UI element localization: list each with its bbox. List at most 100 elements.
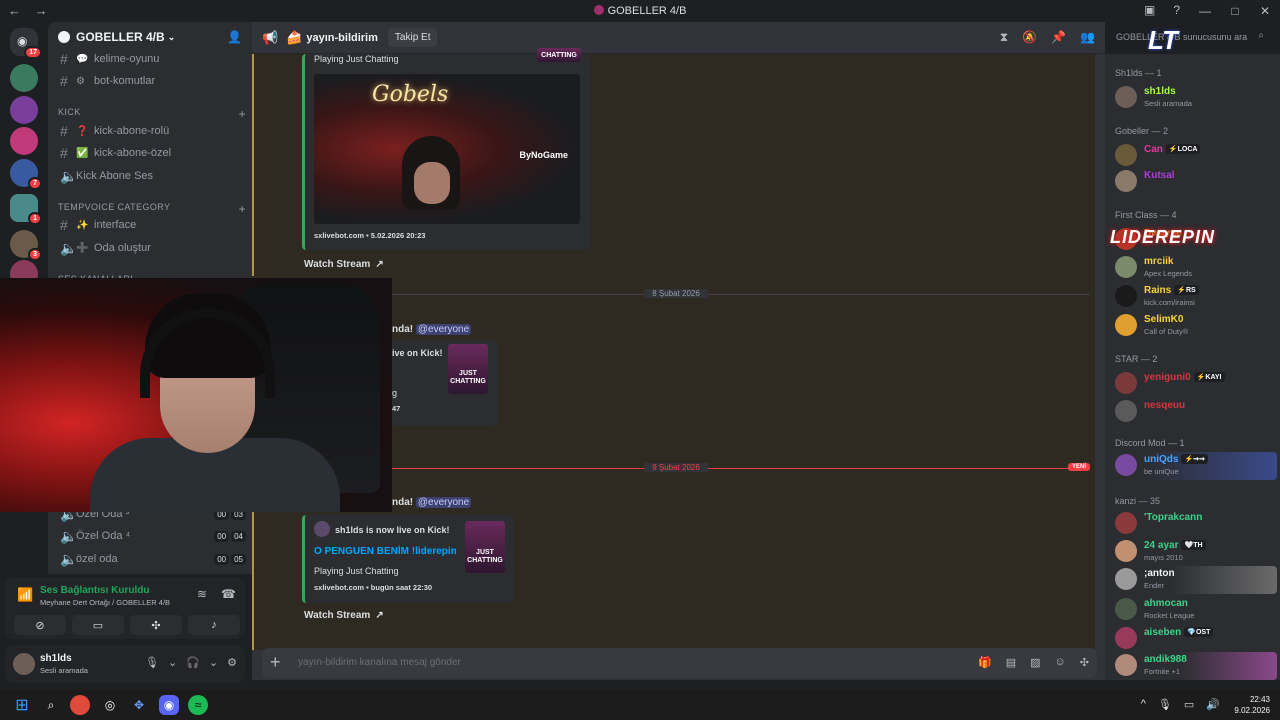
close-button[interactable]: ✕ <box>1250 0 1280 22</box>
headphones-icon[interactable]: 🎧 <box>186 656 200 669</box>
app-icon[interactable]: ✥ <box>129 695 149 715</box>
embed-description: Playing Just Chatting <box>314 566 399 576</box>
clock[interactable]: 22:43 9.02.2026 <box>1234 694 1270 716</box>
chevron-up-icon[interactable]: ^ <box>1141 698 1146 711</box>
noise-suppression-icon[interactable]: ≋ <box>197 587 207 601</box>
search-icon[interactable]: ⌕ <box>41 695 61 715</box>
member-item[interactable]: nesqeuu <box>1113 398 1277 424</box>
category-kick[interactable]: KICK + <box>58 107 246 121</box>
server-icon-2[interactable] <box>10 96 38 124</box>
member-item[interactable]: Rains ⚡RS kick.com/irainsi <box>1113 283 1277 309</box>
member-name: 24 ayar <box>1144 540 1179 551</box>
member-item[interactable]: sh1lds Sesli aramada <box>1113 84 1277 110</box>
windows-start-icon[interactable]: ⊞ <box>12 695 32 715</box>
gif-icon[interactable]: ▤ <box>1006 656 1016 669</box>
channel-interface[interactable]: # ✨ interface <box>56 214 246 236</box>
spotify-icon[interactable]: ≈ <box>188 695 208 715</box>
member-item[interactable]: Kutsal <box>1113 168 1277 194</box>
member-name: SelimK0 <box>1144 314 1184 325</box>
member-item[interactable]: SelimK0 Call of Duty® <box>1113 312 1277 338</box>
avatar[interactable] <box>13 653 35 675</box>
chevron-down-icon[interactable]: ⌄ <box>209 656 218 669</box>
channel-label: kick-abone-özel <box>94 147 172 159</box>
threads-icon[interactable]: ⧗ <box>1000 30 1008 45</box>
camera-off-button[interactable]: ⊘ <box>14 615 66 635</box>
channel-bot-komutlar[interactable]: # ⚙ bot-komutlar <box>56 70 246 92</box>
embed-title-link[interactable]: O PENGUEN BENİM !liderepin <box>314 546 457 557</box>
channel-emoji: ⚙ <box>76 75 85 87</box>
voice-channel-ozel-oda-4[interactable]: 🔈 Özel Oda ⁴ 00 04 <box>56 525 246 547</box>
avatar <box>1115 400 1137 422</box>
server-icon-4[interactable]: 7 <box>10 159 42 190</box>
user-name[interactable]: sh1lds <box>40 653 72 664</box>
pin-icon[interactable]: 📌 <box>1051 30 1066 45</box>
member-item[interactable]: aiseben 💎OST <box>1113 625 1277 651</box>
member-item[interactable]: uniQds ⚡⇝⇝ be uniQue <box>1113 452 1277 480</box>
server-folder[interactable]: 1 <box>10 194 42 225</box>
voice-status-title[interactable]: Ses Bağlantısı Kuruldu <box>40 585 149 596</box>
voice-channel-kick-abone-ses[interactable]: 🔈 Kick Abone Ses <box>56 165 246 187</box>
channel-kick-abone-rolu[interactable]: # ❓ kick-abone-rolü <box>56 120 246 142</box>
everyone-mention[interactable]: @everyone <box>415 324 472 335</box>
discord-icon[interactable]: ◉ <box>159 695 179 715</box>
member-item[interactable]: ;anton Ender <box>1113 566 1277 594</box>
member-item[interactable]: 24 ayar 🤍TH mayıs 2010 <box>1113 538 1277 564</box>
member-item[interactable]: yeniguni0 ⚡KAYI <box>1113 370 1277 396</box>
screen-share-button[interactable]: ▭ <box>72 615 124 635</box>
channel-kelime-oyunu[interactable]: # 💬 kelime-oyunu <box>56 48 246 70</box>
member-item[interactable]: Can ⚡LOCA <box>1113 142 1277 168</box>
obs-icon[interactable]: ◎ <box>100 695 120 715</box>
unread-badge: 17 <box>24 46 42 59</box>
add-channel-icon[interactable]: + <box>239 107 246 121</box>
minimize-button[interactable]: — <box>1190 0 1220 22</box>
voice-channel-oda-olustur[interactable]: 🔈 ➕ Oda oluştur <box>56 237 246 259</box>
member-item[interactable]: ahmocan Rocket League <box>1113 596 1277 622</box>
sticker-icon[interactable]: ▨ <box>1030 656 1040 669</box>
add-attachment-icon[interactable]: + <box>270 652 281 673</box>
emoji-icon[interactable]: ☺ <box>1055 656 1066 669</box>
apps-icon[interactable]: ✣ <box>1080 656 1089 669</box>
chevron-down-icon[interactable]: ⌄ <box>168 656 177 669</box>
stream-preview-image[interactable]: Gobels ByNoGame <box>314 74 580 224</box>
watch-stream-button[interactable]: Watch Stream ↗ <box>304 610 384 621</box>
inbox-icon[interactable]: ▣ <box>1144 3 1155 17</box>
stream-embed: ive on Kick! g 47 JUST CHATTING <box>392 340 498 426</box>
disconnect-icon[interactable]: ☎ <box>221 587 236 601</box>
direct-messages-button[interactable]: ◉ 17 <box>10 28 42 59</box>
member-name: ;anton <box>1144 568 1175 579</box>
message-input[interactable]: yayın-bildirim kanalına mesaj gönder <box>298 657 461 668</box>
watch-stream-button[interactable]: Watch Stream ↗ <box>304 259 384 270</box>
everyone-mention[interactable]: @everyone <box>415 497 472 508</box>
help-icon[interactable]: ? <box>1173 3 1180 17</box>
member-item[interactable]: 'Toprakcann <box>1113 510 1277 536</box>
soundboard-button[interactable]: ♪ <box>188 615 240 635</box>
chevron-down-icon: ⌄ <box>167 31 176 42</box>
members-icon[interactable]: 👥 <box>1080 30 1095 45</box>
maximize-button[interactable]: □ <box>1220 0 1250 22</box>
volume-icon[interactable]: 🔊 <box>1206 698 1220 711</box>
voice-status-subtitle[interactable]: Meyhane Dert Ortağı / GOBELLER 4/B <box>40 598 170 607</box>
voice-channel-ozel-oda[interactable]: 🔈 özel oda 00 05 <box>56 548 246 570</box>
gift-icon[interactable]: 🎁 <box>978 656 992 669</box>
signal-icon: 📶 <box>17 587 34 602</box>
member-item[interactable]: mrciik Apex Legends <box>1113 254 1277 280</box>
server-icon-1[interactable] <box>10 64 38 92</box>
member-item[interactable]: andik988 Fortnite +1 <box>1113 652 1277 680</box>
member-name: aiseben <box>1144 627 1182 638</box>
member-name: 'Toprakcann <box>1144 512 1203 523</box>
date-label: 9 Şubat 2026 <box>644 463 708 472</box>
member-name: ahmocan <box>1144 598 1188 609</box>
avatar <box>1115 144 1137 166</box>
notifications-off-icon[interactable]: 🔕 <box>1022 30 1037 45</box>
chrome-icon[interactable] <box>70 695 90 715</box>
gear-icon[interactable]: ⚙ <box>227 656 237 669</box>
follow-button[interactable]: Takip Et <box>387 28 438 47</box>
microphone-icon[interactable]: 🎙 <box>145 656 159 669</box>
invite-icon[interactable]: 👤 <box>227 30 242 44</box>
microphone-icon[interactable]: 🎙 <box>1158 698 1172 711</box>
channel-kick-abone-ozel[interactable]: # ✅ kick-abone-özel <box>56 142 246 164</box>
activities-button[interactable]: ✣ <box>130 615 182 635</box>
display-icon[interactable]: ▭ <box>1184 698 1194 711</box>
server-icon-3[interactable] <box>10 127 38 155</box>
server-icon-5[interactable]: 3 <box>10 230 42 261</box>
